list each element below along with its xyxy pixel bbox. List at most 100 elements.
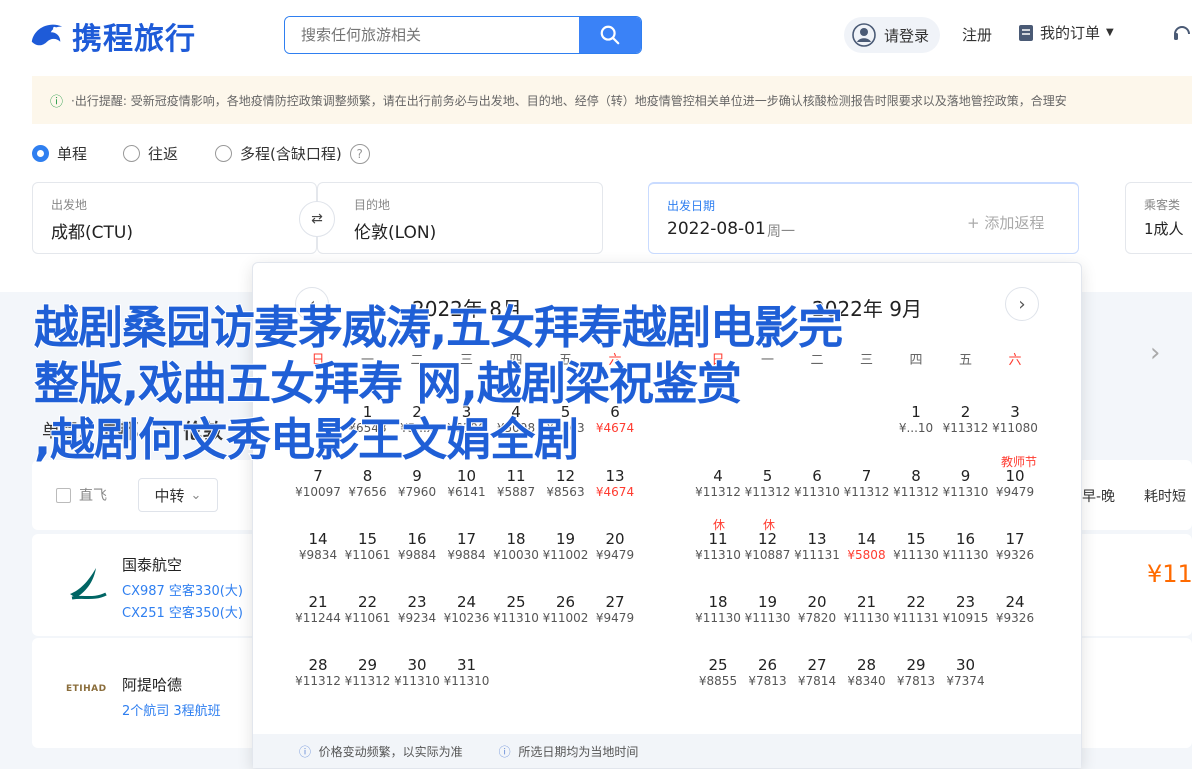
day-number: 12 [555, 467, 576, 485]
departure-city-field[interactable]: 出发地 成都(CTU) [32, 182, 317, 254]
filter-label: 直飞 [79, 488, 107, 504]
orders-label: 我的订单 [1040, 24, 1101, 42]
radio-unchecked-icon [215, 145, 232, 162]
calendar-day[interactable]: 20 ¥9479 [590, 530, 640, 562]
day-number: 16 [407, 530, 427, 548]
day-price: ¥9479 [995, 485, 1035, 499]
day-number: 16 [955, 530, 976, 548]
flight-info[interactable]: 2个航司 3程航班 [122, 700, 221, 719]
search-box[interactable] [284, 16, 642, 54]
info-icon: ⓘ [50, 94, 64, 110]
radio-unchecked-icon [123, 145, 140, 162]
etihad-logo-icon: ETIHAD [66, 684, 107, 694]
calendar-day[interactable]: 31 ¥11310 [442, 656, 492, 688]
day-number: 29 [357, 656, 378, 674]
notice-text: ·出行提醒: 受新冠疫情影响，各地疫情防控政策调整频繁，请在出行前务必与出发地、… [71, 93, 1067, 108]
flight-info[interactable]: CX987 空客330(大) [122, 580, 243, 599]
calendar-day[interactable]: 27 ¥9479 [590, 593, 640, 625]
day-number: 25 [708, 656, 728, 674]
arrival-city-field[interactable]: 目的地 伦敦(LON) [317, 182, 603, 254]
day-number: 28 [308, 656, 328, 674]
day-number: 14 [856, 530, 877, 548]
day-number: 8 [911, 467, 921, 485]
day-number: 11 [506, 467, 526, 485]
day-number: 10 [456, 467, 477, 485]
transfer-filter[interactable]: 中转 ⌄ [138, 478, 218, 512]
day-number: 17 [1005, 530, 1025, 548]
day-number: 31 [456, 656, 477, 674]
day-number: 30 [407, 656, 427, 674]
field-value: 伦敦(LON) [354, 223, 437, 243]
info-icon: ⓘ [299, 744, 312, 759]
search-button[interactable] [579, 17, 641, 53]
calendar-day[interactable]: 10 ¥9479 [990, 467, 1040, 499]
footer-text: 价格变动频繁，以实际为准 [318, 744, 463, 759]
day-number: 18 [506, 530, 526, 548]
holiday-tag: 休 [712, 518, 725, 532]
day-number: 26 [757, 656, 778, 674]
day-number: 27 [807, 656, 827, 674]
calendar-footer: ⓘ 价格变动频繁，以实际为准 ⓘ 所选日期均为当地时间 [253, 734, 1081, 768]
passenger-field[interactable]: 乘客类 1成人 [1125, 182, 1192, 254]
day-number: 26 [555, 593, 576, 611]
day-number: 18 [708, 593, 728, 611]
day-price: ¥11310 [443, 674, 490, 688]
chevron-down-icon: ⌄ [190, 487, 202, 503]
day-number: 17 [456, 530, 477, 548]
day-number: 24 [456, 593, 477, 611]
day-number: 19 [757, 593, 778, 611]
trip-type-roundtrip[interactable]: 往返 [123, 143, 178, 164]
field-label: 出发地 [51, 198, 88, 212]
headset-icon[interactable] [1172, 22, 1192, 48]
calendar-day[interactable]: 17 ¥9326 [990, 530, 1040, 562]
add-return-button[interactable]: + 添加返程 [967, 212, 1044, 233]
swap-cities-button[interactable]: ⇄ [299, 201, 335, 237]
help-icon[interactable]: ? [349, 143, 370, 164]
search-input[interactable] [285, 17, 579, 53]
day-price: ¥4674 [595, 485, 635, 499]
field-value: 成都(CTU) [51, 223, 133, 243]
calendar-day[interactable]: 13 ¥4674 [590, 467, 640, 499]
day-number: 9 [960, 467, 971, 485]
user-avatar-icon [852, 23, 876, 47]
day-number: 22 [906, 593, 926, 611]
day-price: ¥9479 [595, 548, 635, 562]
flight-info[interactable]: CX251 空客350(大) [122, 602, 243, 621]
day-number: 20 [807, 593, 827, 611]
direct-filter[interactable]: 直飞 [56, 485, 107, 505]
day-number: 21 [308, 593, 328, 611]
register-link[interactable]: 注册 [962, 24, 992, 45]
ctrip-logo[interactable]: 携程旅行 [28, 14, 196, 58]
trip-type-multi[interactable]: 多程(含缺口程) ? [215, 143, 370, 164]
login-label: 请登录 [884, 26, 930, 45]
radio-checked-icon [32, 145, 49, 162]
day-number: 13 [807, 530, 827, 548]
trip-type-label: 多程(含缺口程) [240, 145, 342, 163]
day-number: 9 [412, 467, 422, 485]
day-price: ¥9326 [995, 548, 1035, 562]
day-number: 20 [605, 530, 625, 548]
login-button[interactable]: 请登录 [844, 17, 940, 53]
day-price: ¥9326 [995, 611, 1035, 625]
field-label: 出发日期 [667, 199, 716, 213]
day-number: 8 [362, 467, 373, 485]
holiday-tag: 休 [762, 518, 775, 532]
day-number: 27 [605, 593, 625, 611]
day-number: 15 [357, 530, 378, 548]
field-label: 目的地 [354, 198, 391, 212]
my-orders-menu[interactable]: 我的订单 ▼ [1018, 22, 1114, 43]
filter-label: 中转 [154, 486, 185, 505]
calendar-day[interactable]: 24 ¥9326 [990, 593, 1040, 625]
day-number: 7 [861, 467, 872, 485]
sort-duration[interactable]: 耗时短 [1144, 486, 1186, 506]
cathay-logo-icon [70, 568, 107, 600]
swap-arrows-icon: ⇄ [311, 211, 323, 227]
footer-text: 所选日期均为当地时间 [518, 744, 639, 759]
sort-time[interactable]: 早-晚 [1082, 486, 1115, 506]
calendar-day[interactable]: 30 ¥7374 [941, 656, 991, 688]
departure-date-field[interactable]: 出发日期 2022-08-01 周一 + 添加返程 [648, 182, 1079, 254]
trip-type-oneway[interactable]: 单程 [32, 143, 87, 164]
date-value: 2022-08-01 [667, 219, 766, 239]
day-number: 30 [955, 656, 976, 674]
chevron-down-icon: ▼ [1106, 27, 1114, 38]
